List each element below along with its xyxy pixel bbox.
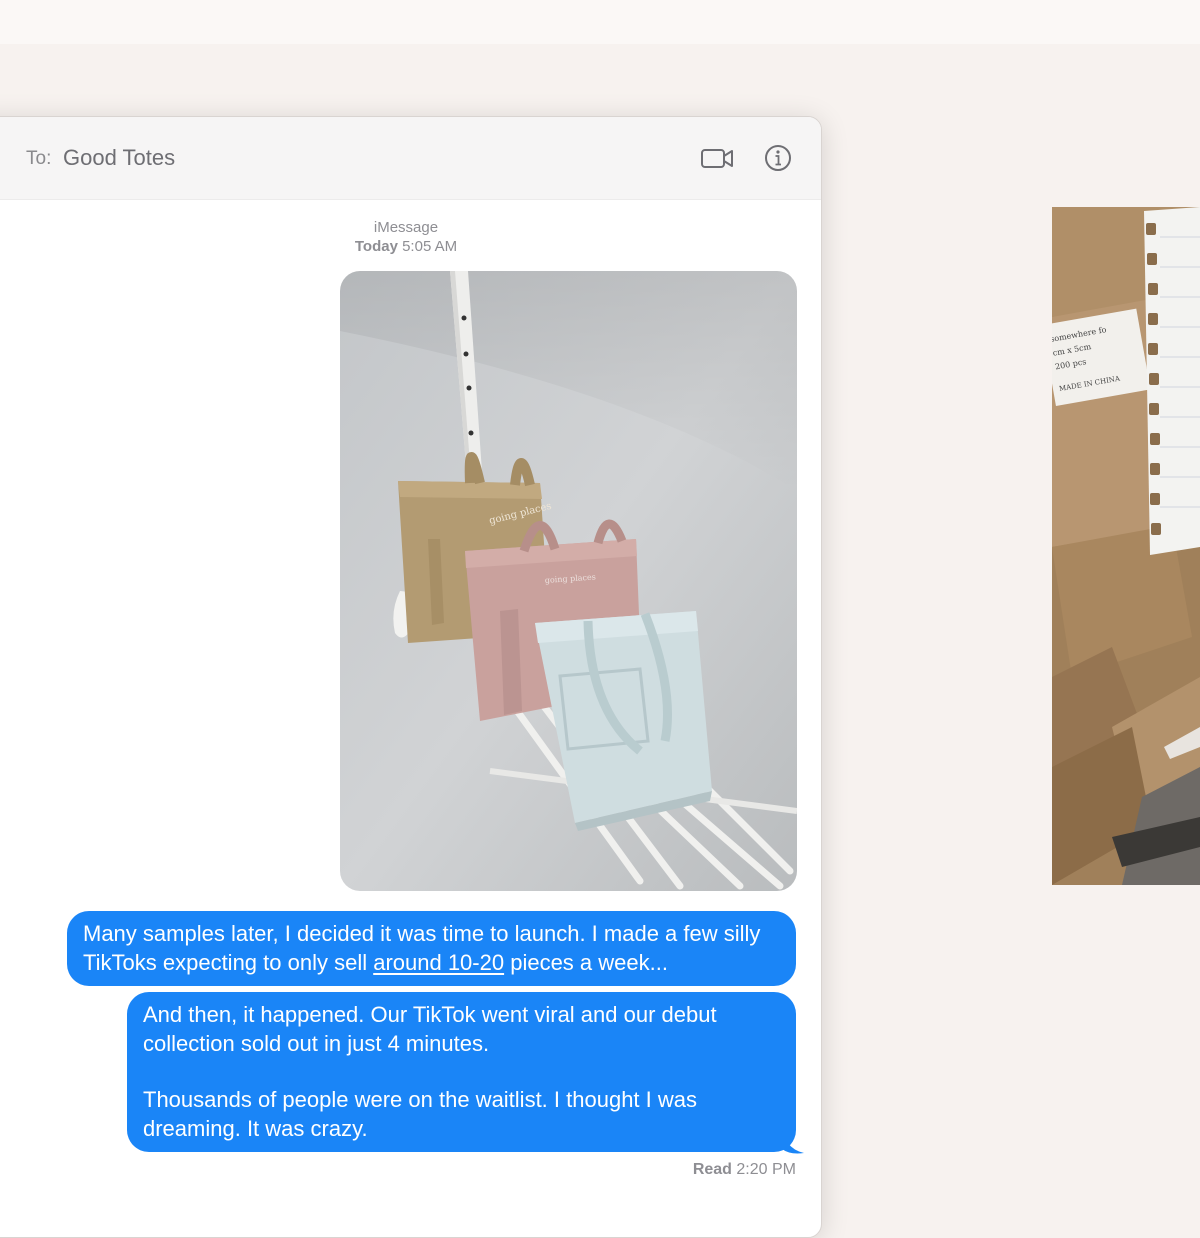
to-label: To: bbox=[26, 148, 52, 169]
read-receipt: Read 2:20 PM bbox=[531, 1161, 796, 1179]
time-label: 5:05 AM bbox=[402, 238, 458, 255]
bubble-tail bbox=[782, 1129, 804, 1154]
message-1-underlined-text[interactable]: around 10-20 bbox=[373, 950, 504, 975]
read-time: 2:20 PM bbox=[736, 1161, 796, 1178]
conversation-timestamp: Today 5:05 AM bbox=[0, 238, 821, 255]
message-bubble-2[interactable]: And then, it happened. Our TikTok went v… bbox=[127, 992, 796, 1152]
messages-window: To: Good Totes iMessage Today 5:05 AM go… bbox=[0, 116, 822, 1238]
date-label: Today bbox=[354, 238, 398, 255]
info-icon[interactable] bbox=[763, 143, 797, 173]
cardboard-boxes-photo: somewhere fo cm x 5cm 200 pcs MADE IN CH… bbox=[1052, 207, 1200, 885]
recipient-name[interactable]: Good Totes bbox=[63, 145, 175, 171]
message-bubble-1[interactable]: Many samples later, I decided it was tim… bbox=[67, 911, 796, 986]
tote-bags-photo[interactable]: going places going places bbox=[340, 271, 797, 891]
read-status: Read bbox=[692, 1161, 732, 1178]
message-2-paragraph-2: Thousands of people were on the waitlist… bbox=[143, 1087, 697, 1141]
video-camera-icon[interactable] bbox=[700, 143, 734, 173]
top-background-strip bbox=[0, 0, 1200, 44]
message-1-text-end: pieces a week... bbox=[504, 950, 668, 975]
service-label: iMessage bbox=[373, 219, 439, 236]
conversation-header: To: Good Totes bbox=[0, 117, 821, 200]
message-2-paragraph-1: And then, it happened. Our TikTok went v… bbox=[143, 1002, 717, 1056]
